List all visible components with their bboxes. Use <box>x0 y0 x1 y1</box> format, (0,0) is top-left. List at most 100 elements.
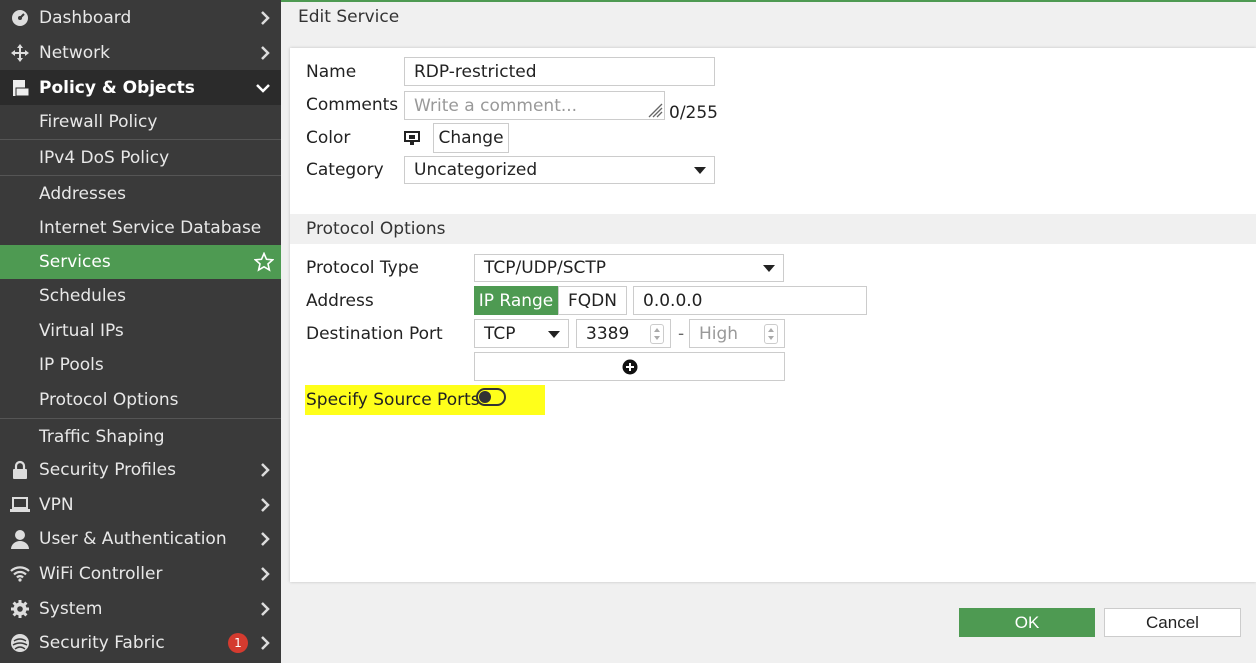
nav-policy-objects[interactable]: Policy & Objects <box>0 70 281 105</box>
chevron-right-icon <box>261 567 270 581</box>
address-label: Address <box>306 291 374 311</box>
destination-port-low-input[interactable]: 3389 <box>576 319 671 348</box>
sidebar-item-traffic-shaping[interactable]: Traffic Shaping <box>0 418 281 454</box>
address-mode-fqdn-button[interactable]: FQDN <box>558 286 627 315</box>
protocol-type-select[interactable]: TCP/UDP/SCTP <box>474 254 784 282</box>
nav-label: Dashboard <box>39 8 132 28</box>
nav-network[interactable]: Network <box>0 36 281 70</box>
star-icon[interactable] <box>254 252 274 272</box>
sidebar-item-ip-pools[interactable]: IP Pools <box>0 348 281 382</box>
specify-source-ports-toggle[interactable] <box>476 388 506 406</box>
name-label: Name <box>306 62 357 82</box>
nav-wifi-controller[interactable]: WiFi Controller <box>0 557 281 591</box>
nav-security-profiles[interactable]: Security Profiles <box>0 453 281 487</box>
chevron-right-icon <box>261 532 270 546</box>
sidebar-item-internet-service-database[interactable]: Internet Service Database <box>0 211 281 245</box>
chevron-right-icon <box>261 498 270 512</box>
category-selected-value: Uncategorized <box>414 160 538 180</box>
network-icon <box>10 43 30 63</box>
protocol-type-selected-value: TCP/UDP/SCTP <box>484 258 607 278</box>
comments-placeholder: Write a comment... <box>414 95 578 116</box>
nav-label: VPN <box>39 495 74 515</box>
dropdown-caret-icon <box>763 265 775 272</box>
dropdown-caret-icon <box>548 330 560 338</box>
main-content: Edit Service Name RDP-restricted Comment… <box>281 0 1256 663</box>
address-mode-ip-range-button[interactable]: IP Range <box>474 286 558 315</box>
nav-label: Internet Service Database <box>39 218 262 238</box>
protocol-type-label: Protocol Type <box>306 258 419 278</box>
nav-system[interactable]: System <box>0 592 281 626</box>
category-select[interactable]: Uncategorized <box>404 156 715 184</box>
user-icon <box>10 529 30 549</box>
category-label: Category <box>306 160 384 180</box>
comments-textarea[interactable]: Write a comment... <box>404 91 665 120</box>
color-change-button[interactable]: Change <box>433 123 509 153</box>
chevron-down-icon <box>256 83 270 93</box>
nav-label: Virtual IPs <box>39 321 124 341</box>
nav-dashboard[interactable]: Dashboard <box>0 1 281 35</box>
nav-label: Schedules <box>39 286 126 306</box>
chevron-right-icon <box>261 602 270 616</box>
address-input[interactable]: 0.0.0.0 <box>633 286 867 315</box>
nav-label: Network <box>39 43 110 63</box>
nav-label: Policy & Objects <box>39 77 195 98</box>
nav-user-authentication[interactable]: User & Authentication <box>0 522 281 556</box>
dashboard-icon <box>10 8 30 28</box>
notification-badge: 1 <box>228 633 248 653</box>
dropdown-caret-icon <box>694 167 706 174</box>
nav-label: Traffic Shaping <box>39 426 165 447</box>
nav-label: System <box>39 599 103 619</box>
section-title: Protocol Options <box>306 219 446 239</box>
laptop-icon <box>10 495 30 515</box>
nav-label: Protocol Options <box>39 390 179 410</box>
specify-source-ports-label: Specify Source Ports <box>306 390 480 410</box>
nav-label: Security Fabric <box>39 633 165 653</box>
nav-vpn[interactable]: VPN <box>0 488 281 522</box>
nav-label: IPv4 DoS Policy <box>39 147 170 168</box>
protocol-options-section-header: Protocol Options <box>290 214 1256 244</box>
sidebar-item-services[interactable]: Services <box>0 245 281 279</box>
sidebar-item-protocol-options[interactable]: Protocol Options <box>0 383 281 417</box>
nav-label: IP Pools <box>39 355 104 375</box>
toggle-knob <box>479 391 491 403</box>
nav-security-fabric[interactable]: Security Fabric 1 <box>0 626 281 660</box>
nav-label: Firewall Policy <box>39 112 158 132</box>
chevron-right-icon <box>261 463 270 477</box>
port-range-dash: - <box>678 324 685 344</box>
nav-label: User & Authentication <box>39 529 227 549</box>
lock-icon <box>10 460 30 480</box>
cancel-button[interactable]: Cancel <box>1104 608 1241 637</box>
ok-button[interactable]: OK <box>959 608 1095 637</box>
nav-label: WiFi Controller <box>39 564 163 584</box>
gear-icon <box>10 599 30 619</box>
destination-port-protocol-select[interactable]: TCP <box>474 319 569 348</box>
spinner-arrows-icon[interactable] <box>650 324 664 344</box>
destination-port-low-value: 3389 <box>586 323 630 344</box>
nav-label: Addresses <box>39 183 127 204</box>
spinner-arrows-icon[interactable] <box>764 324 778 344</box>
destination-port-protocol-value: TCP <box>484 323 516 344</box>
resize-grip-icon[interactable] <box>645 100 663 118</box>
sidebar-item-virtual-ips[interactable]: Virtual IPs <box>0 314 281 348</box>
destination-port-high-input[interactable]: High <box>689 319 785 348</box>
comments-counter: 0/255 <box>669 103 718 123</box>
destination-port-label: Destination Port <box>306 324 443 344</box>
nav-label: Services <box>39 252 111 272</box>
color-swatch-icon <box>404 131 420 145</box>
fabric-icon <box>10 633 30 653</box>
wifi-icon <box>10 564 30 584</box>
chevron-right-icon <box>261 46 270 60</box>
color-label: Color <box>306 128 351 148</box>
name-input[interactable]: RDP-restricted <box>404 57 715 86</box>
plus-circle-icon <box>622 359 637 374</box>
sidebar-item-addresses[interactable]: Addresses <box>0 175 281 211</box>
sidebar-item-firewall-policy[interactable]: Firewall Policy <box>0 105 281 139</box>
edit-service-panel: Name RDP-restricted Comments Write a com… <box>290 48 1256 582</box>
sidebar-item-schedules[interactable]: Schedules <box>0 279 281 313</box>
comments-label: Comments <box>306 95 399 115</box>
title-bar: Edit Service <box>281 0 1256 34</box>
add-port-button[interactable] <box>474 352 785 381</box>
page-title: Edit Service <box>298 7 400 27</box>
sidebar-item-ipv4-dos-policy[interactable]: IPv4 DoS Policy <box>0 139 281 175</box>
destination-port-high-placeholder: High <box>699 323 739 344</box>
